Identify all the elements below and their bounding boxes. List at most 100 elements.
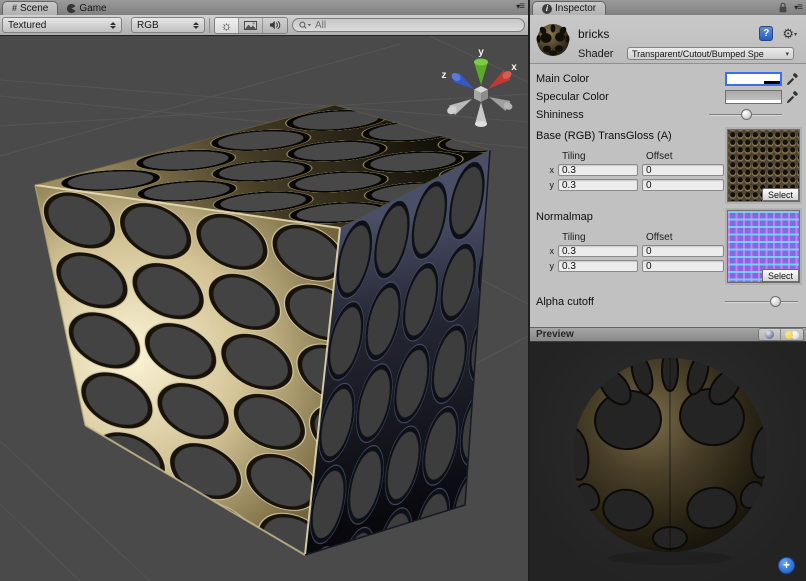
gizmo-z-label: z — [442, 70, 447, 81]
y-axis-label: y — [544, 261, 554, 271]
x-axis-label: x — [544, 165, 554, 175]
scene-panel-menu-icon[interactable]: ▾≡ — [516, 2, 524, 12]
lighting-toggle-button[interactable]: ☼ — [215, 18, 239, 33]
specular-color-row: Specular Color — [536, 89, 800, 104]
normal-offset-x-input[interactable] — [642, 245, 724, 257]
gizmo-z-axis[interactable] — [450, 71, 474, 89]
base-texture-select-button[interactable]: Select — [762, 188, 799, 201]
tiling-header: Tiling — [562, 151, 646, 161]
alpha-cutoff-row: Alpha cutoff — [536, 294, 800, 309]
info-icon: i — [542, 4, 552, 14]
scene-panel: # Scene Game ▾≡ Textured RGB — [0, 0, 530, 581]
cube-object[interactable] — [35, 105, 490, 555]
material-properties: Main Color Specular Color — [530, 64, 806, 327]
gear-icon[interactable]: ⚙▾ — [782, 27, 797, 40]
scene-viewport[interactable]: y x z — [0, 36, 528, 581]
main-color-row: Main Color — [536, 71, 800, 86]
shader-dropdown[interactable]: Transparent/Cutout/Bumped Spe ▾ — [627, 47, 794, 60]
toolbar-divider — [209, 18, 210, 33]
shader-value: Transparent/Cutout/Bumped Spe — [632, 49, 785, 59]
draw-mode-value: Textured — [8, 20, 106, 31]
alpha-cutoff-slider[interactable] — [725, 295, 798, 309]
preview-mesh-button[interactable] — [759, 329, 781, 340]
scene-search-field[interactable]: All — [292, 18, 525, 32]
lock-icon[interactable] — [778, 2, 788, 13]
updown-arrows-icon — [193, 22, 199, 29]
tab-inspector[interactable]: i Inspector — [532, 1, 606, 15]
skybox-toggle-button[interactable] — [239, 18, 263, 33]
inspector-panel: i Inspector ▾≡ — [530, 0, 806, 581]
tiling-header: Tiling — [562, 232, 646, 242]
material-ball-icon — [535, 22, 571, 58]
y-axis-label: y — [544, 180, 554, 190]
shininess-label: Shininess — [536, 109, 709, 121]
normal-offset-y-input[interactable] — [642, 260, 724, 272]
base-tiling-x-input[interactable] — [558, 164, 638, 176]
gizmo-x-axis[interactable] — [488, 69, 513, 89]
scene-orientation-gizmo[interactable]: y x z — [442, 47, 518, 127]
tab-inspector-label: Inspector — [555, 3, 596, 14]
alpha-bar — [726, 100, 781, 103]
normal-tiling-x-input[interactable] — [558, 245, 638, 257]
main-color-swatch[interactable] — [725, 72, 782, 86]
draw-mode-dropdown[interactable]: Textured — [2, 17, 122, 33]
tab-game-label: Game — [79, 3, 106, 14]
preview-sphere — [530, 342, 806, 581]
lights-icon — [785, 330, 799, 339]
inspector-tabstrip: i Inspector ▾≡ — [530, 0, 806, 15]
main-color-label: Main Color — [536, 73, 725, 85]
eyedropper-icon[interactable] — [786, 72, 800, 86]
scene-tabstrip: # Scene Game ▾≡ — [0, 0, 528, 15]
scene-3d-view: y x z — [0, 36, 528, 581]
tab-game[interactable]: Game — [58, 1, 115, 15]
gizmo-y-label: y — [478, 47, 484, 58]
normal-map-select-button[interactable]: Select — [762, 269, 799, 282]
offset-header: Offset — [646, 151, 673, 161]
specular-color-label: Specular Color — [536, 91, 725, 103]
scene-toolbar: Textured RGB ☼ — [0, 15, 528, 36]
base-texture-thumbnail[interactable]: Select — [727, 129, 800, 202]
preview-title: Preview — [536, 329, 574, 340]
material-preview-area[interactable]: + — [530, 342, 806, 581]
tab-scene[interactable]: # Scene — [2, 1, 58, 15]
shininess-row: Shininess — [536, 107, 800, 122]
x-axis-label: x — [544, 246, 554, 256]
inspector-menu-icon[interactable]: ▾≡ — [794, 3, 802, 13]
shininess-slider[interactable] — [709, 108, 782, 122]
search-placeholder: All — [315, 20, 326, 31]
base-tiling-y-input[interactable] — [558, 179, 638, 191]
help-icon[interactable]: ? — [759, 26, 773, 41]
add-button[interactable]: + — [778, 557, 795, 574]
specular-color-swatch[interactable] — [725, 90, 782, 104]
normal-map-thumbnail[interactable]: Select — [727, 210, 800, 283]
tab-scene-label: Scene — [20, 3, 48, 14]
base-offset-x-input[interactable] — [642, 164, 724, 176]
scene-grid-icon: # — [12, 4, 17, 13]
slider-thumb[interactable] — [770, 296, 781, 307]
base-offset-y-input[interactable] — [642, 179, 724, 191]
image-icon — [244, 21, 257, 30]
normal-tiling-y-input[interactable] — [558, 260, 638, 272]
offset-header: Offset — [646, 232, 673, 242]
gizmo-y-axis[interactable] — [474, 59, 488, 86]
sun-icon: ☼ — [221, 19, 233, 32]
chevron-down-icon: ▾ — [785, 50, 789, 58]
slider-thumb[interactable] — [741, 109, 752, 120]
preview-lighting-button[interactable] — [781, 329, 803, 340]
color-mode-value: RGB — [137, 20, 189, 31]
unity-editor-window: # Scene Game ▾≡ Textured RGB — [0, 0, 806, 581]
audio-toggle-button[interactable] — [263, 18, 287, 33]
color-mode-dropdown[interactable]: RGB — [131, 17, 205, 33]
material-header: bricks ? ⚙▾ Shader Transparent/Cutout/Bu… — [530, 15, 806, 64]
gizmo-x-label: x — [511, 62, 517, 73]
scene-view-toggles: ☼ — [214, 17, 288, 34]
preview-header: Preview — [530, 327, 806, 342]
sphere-icon — [765, 330, 774, 339]
search-icon — [299, 21, 312, 30]
material-name: bricks — [578, 27, 609, 41]
alpha-bar — [727, 81, 780, 84]
base-map-section: Base (RGB) TransGloss (A) Tiling Offset … — [536, 129, 800, 191]
game-pacman-icon — [67, 4, 76, 13]
normal-map-section: Normalmap Tiling Offset x y Select — [536, 210, 800, 272]
eyedropper-icon[interactable] — [786, 90, 800, 104]
